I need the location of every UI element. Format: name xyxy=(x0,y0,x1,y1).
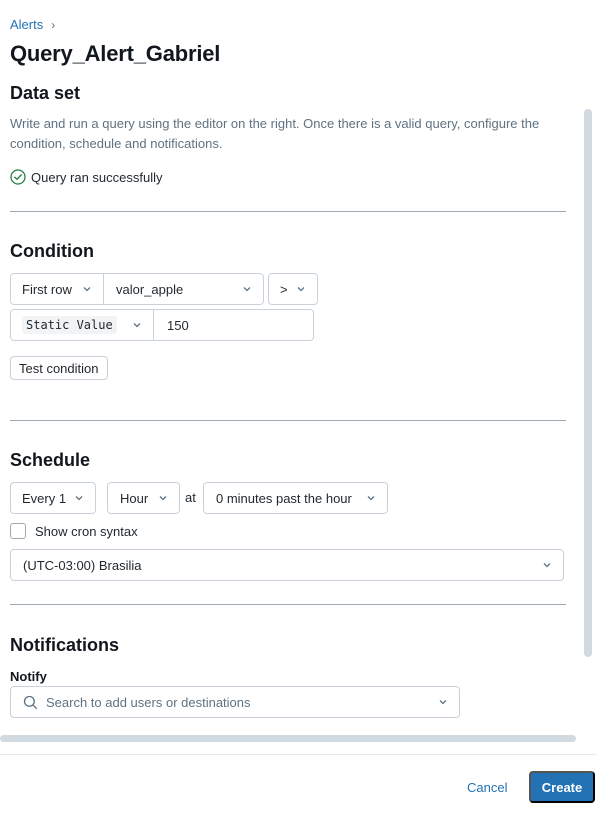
horizontal-scrollbar-thumb[interactable] xyxy=(0,735,576,742)
chevron-down-icon xyxy=(542,560,552,570)
minutes-select-value: 0 minutes past the hour xyxy=(216,490,352,506)
timezone-select-value: (UTC-03:00) Brasilia xyxy=(23,557,142,573)
horizontal-scrollbar[interactable] xyxy=(0,733,582,743)
chevron-down-icon xyxy=(438,697,448,707)
notify-label: Notify xyxy=(10,669,47,684)
breadcrumb-alerts-link[interactable]: Alerts xyxy=(10,17,43,32)
minutes-select[interactable]: 0 minutes past the hour xyxy=(203,482,388,514)
alert-form-scroll-area[interactable]: Data set Write and run a query using the… xyxy=(0,80,582,732)
unit-select-value: Hour xyxy=(120,490,149,506)
notify-search-select[interactable]: Search to add users or destinations xyxy=(10,686,460,718)
breadcrumb: Alerts › xyxy=(10,17,55,32)
footer-divider xyxy=(0,754,596,755)
section-divider xyxy=(10,420,566,421)
threshold-input[interactable]: 150 xyxy=(153,309,314,341)
notifications-section-title: Notifications xyxy=(10,635,120,655)
create-button[interactable]: Create xyxy=(529,771,595,803)
chevron-down-icon xyxy=(158,493,168,503)
condition-section-title: Condition xyxy=(10,241,94,261)
dataset-section-title: Data set xyxy=(10,83,81,103)
notify-search-placeholder: Search to add users or destinations xyxy=(46,694,251,710)
column-select[interactable]: valor_apple xyxy=(103,273,264,305)
cron-syntax-row[interactable]: Show cron syntax xyxy=(10,523,138,539)
page-title: Query_Alert_Gabriel xyxy=(10,41,221,66)
interval-select-value: Every 1 xyxy=(22,490,67,506)
column-select-value: valor_apple xyxy=(116,281,184,297)
row-select[interactable]: First row xyxy=(10,273,104,305)
cron-syntax-label: Show cron syntax xyxy=(35,523,138,539)
chevron-right-icon: › xyxy=(51,17,56,32)
vertical-scrollbar[interactable] xyxy=(582,86,594,732)
check-circle-icon xyxy=(10,169,26,185)
section-divider xyxy=(10,211,566,212)
row-select-value: First row xyxy=(22,281,72,297)
value-type-select[interactable]: Static Value xyxy=(10,309,154,341)
timezone-select[interactable]: (UTC-03:00) Brasilia xyxy=(10,549,564,581)
unit-select[interactable]: Hour xyxy=(107,482,180,514)
operator-select-value: > xyxy=(280,281,288,297)
chevron-down-icon xyxy=(296,284,306,294)
chevron-down-icon xyxy=(74,493,84,503)
chevron-down-icon xyxy=(366,493,376,503)
cron-syntax-checkbox[interactable] xyxy=(10,523,26,539)
dataset-description: Write and run a query using the editor o… xyxy=(10,116,540,151)
query-status: Query ran successfully xyxy=(10,169,163,185)
interval-select[interactable]: Every 1 xyxy=(10,482,96,514)
query-status-text: Query ran successfully xyxy=(31,169,163,185)
operator-select[interactable]: > xyxy=(268,273,318,305)
schedule-section-title: Schedule xyxy=(10,450,91,470)
section-divider xyxy=(10,604,566,605)
vertical-scrollbar-thumb[interactable] xyxy=(584,109,592,657)
search-icon xyxy=(23,695,38,710)
threshold-input-value: 150 xyxy=(167,317,189,333)
test-condition-button[interactable]: Test condition xyxy=(10,356,108,380)
value-type-select-value: Static Value xyxy=(22,316,117,334)
chevron-down-icon xyxy=(242,284,252,294)
chevron-down-icon xyxy=(132,320,142,330)
cancel-button[interactable]: Cancel xyxy=(455,771,519,803)
at-label: at xyxy=(185,490,196,505)
chevron-down-icon xyxy=(82,284,92,294)
